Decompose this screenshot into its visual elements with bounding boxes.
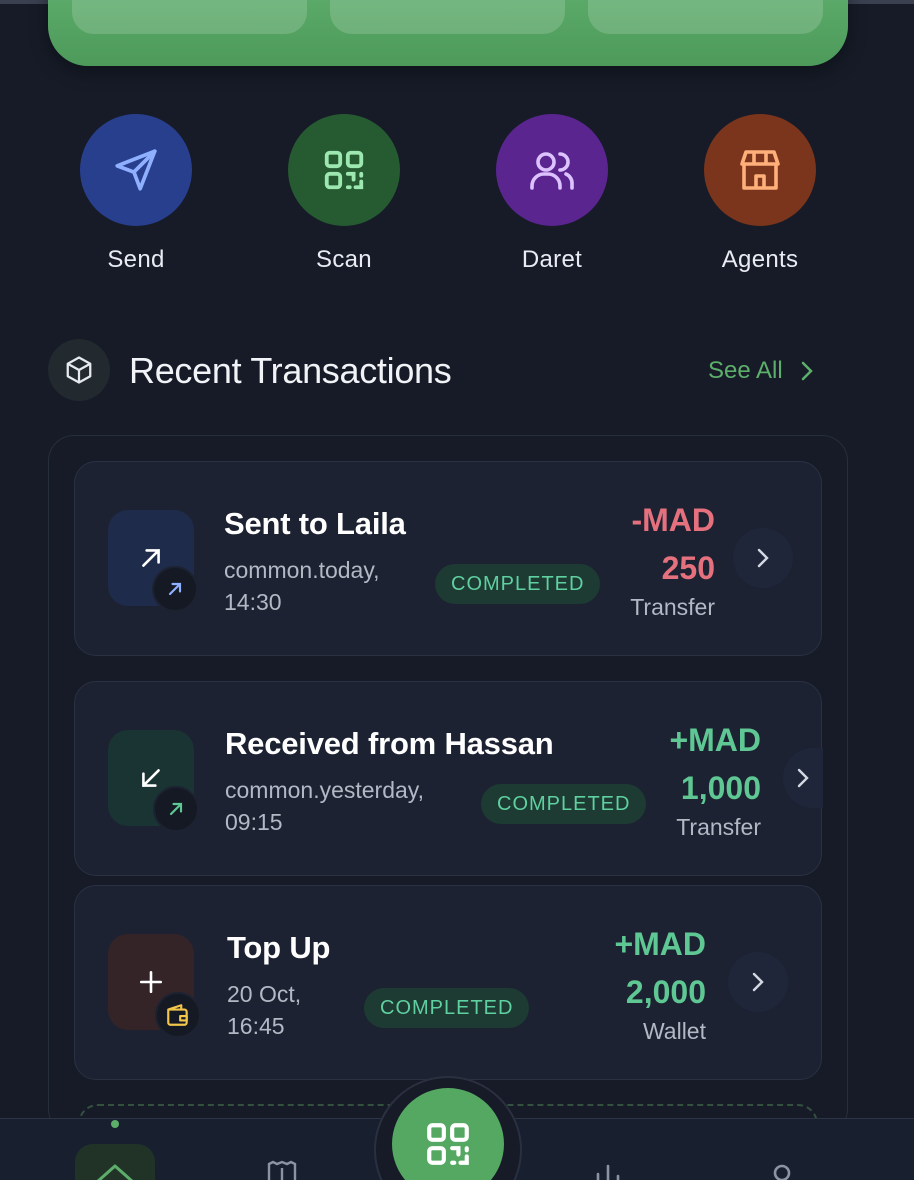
section-title: Recent Transactions <box>129 350 452 391</box>
see-all-link[interactable]: See All <box>708 357 815 385</box>
wallet-icon <box>155 992 201 1038</box>
quick-action-label: Agents <box>721 246 799 273</box>
arrow-up-right-icon <box>152 566 198 612</box>
amount-value: 2,000 <box>625 974 706 1010</box>
chevron-right-icon[interactable] <box>728 952 788 1012</box>
amount-value: 250 <box>661 550 715 586</box>
active-indicator <box>111 1120 119 1128</box>
balance-card-button[interactable] <box>72 0 307 34</box>
transaction-type: Transfer <box>630 594 715 620</box>
home-icon[interactable] <box>75 1144 155 1180</box>
qr-code-icon <box>288 114 400 226</box>
see-all-label: See All <box>708 357 783 384</box>
transaction-date: common.yesterday, 09:15 <box>225 774 424 838</box>
transaction-time-line: 14:30 <box>224 589 282 615</box>
transaction-date-line: common.yesterday, <box>225 777 424 803</box>
transaction-amount: +MAD 2,000 <box>614 920 706 1016</box>
chevron-right-icon[interactable] <box>733 528 793 588</box>
chevron-right-icon <box>801 361 813 381</box>
transaction-date-line: 20 Oct, <box>227 981 302 1007</box>
status-badge: COMPLETED <box>481 784 647 824</box>
transaction-item[interactable]: Sent to Laila common.today, 14:30 COMPLE… <box>74 461 822 656</box>
balance-card <box>48 0 848 66</box>
transaction-title: Top Up <box>227 930 331 965</box>
amount-currency: +MAD <box>614 926 706 962</box>
transaction-amount: +MAD 1,000 <box>669 716 761 812</box>
cube-icon <box>48 339 110 401</box>
send-icon <box>80 114 192 226</box>
transaction-amount: -MAD 250 <box>631 496 715 592</box>
receipt-icon[interactable] <box>266 1160 298 1180</box>
transaction-date: common.today, 14:30 <box>224 554 380 618</box>
quick-action-agents[interactable]: Agents <box>690 114 830 274</box>
quick-action-label: Send <box>107 246 165 273</box>
users-icon <box>496 114 608 226</box>
transaction-date: 20 Oct, 16:45 <box>227 978 301 1042</box>
transaction-title: Sent to Laila <box>224 506 406 541</box>
quick-action-daret[interactable]: Daret <box>482 114 622 274</box>
status-badge: COMPLETED <box>364 988 530 1028</box>
status-badge: COMPLETED <box>435 564 601 604</box>
transaction-item[interactable]: Top Up 20 Oct, 16:45 COMPLETED +MAD 2,00… <box>74 885 822 1080</box>
arrow-up-right-icon <box>153 786 199 832</box>
quick-action-scan[interactable]: Scan <box>274 114 414 274</box>
profile-icon[interactable] <box>770 1164 794 1180</box>
transaction-item[interactable]: Received from Hassan common.yesterday, 0… <box>74 681 823 876</box>
quick-action-label: Scan <box>316 246 372 273</box>
amount-currency: -MAD <box>631 502 715 538</box>
transaction-type: Transfer <box>676 814 761 840</box>
balance-card-button[interactable] <box>588 0 823 34</box>
amount-currency: +MAD <box>669 722 761 758</box>
transaction-time-line: 09:15 <box>225 809 283 835</box>
transaction-date-line: common.today, <box>224 557 380 583</box>
balance-card-button[interactable] <box>330 0 565 34</box>
transaction-title: Received from Hassan <box>225 726 554 761</box>
transaction-type: Wallet <box>642 1018 706 1044</box>
quick-action-send[interactable]: Send <box>66 114 206 274</box>
chevron-right-icon[interactable] <box>783 748 823 808</box>
amount-value: 1,000 <box>680 770 761 806</box>
quick-action-label: Daret <box>521 246 583 273</box>
store-icon <box>704 114 816 226</box>
chart-icon[interactable] <box>594 1164 626 1180</box>
transaction-time-line: 16:45 <box>227 1013 285 1039</box>
